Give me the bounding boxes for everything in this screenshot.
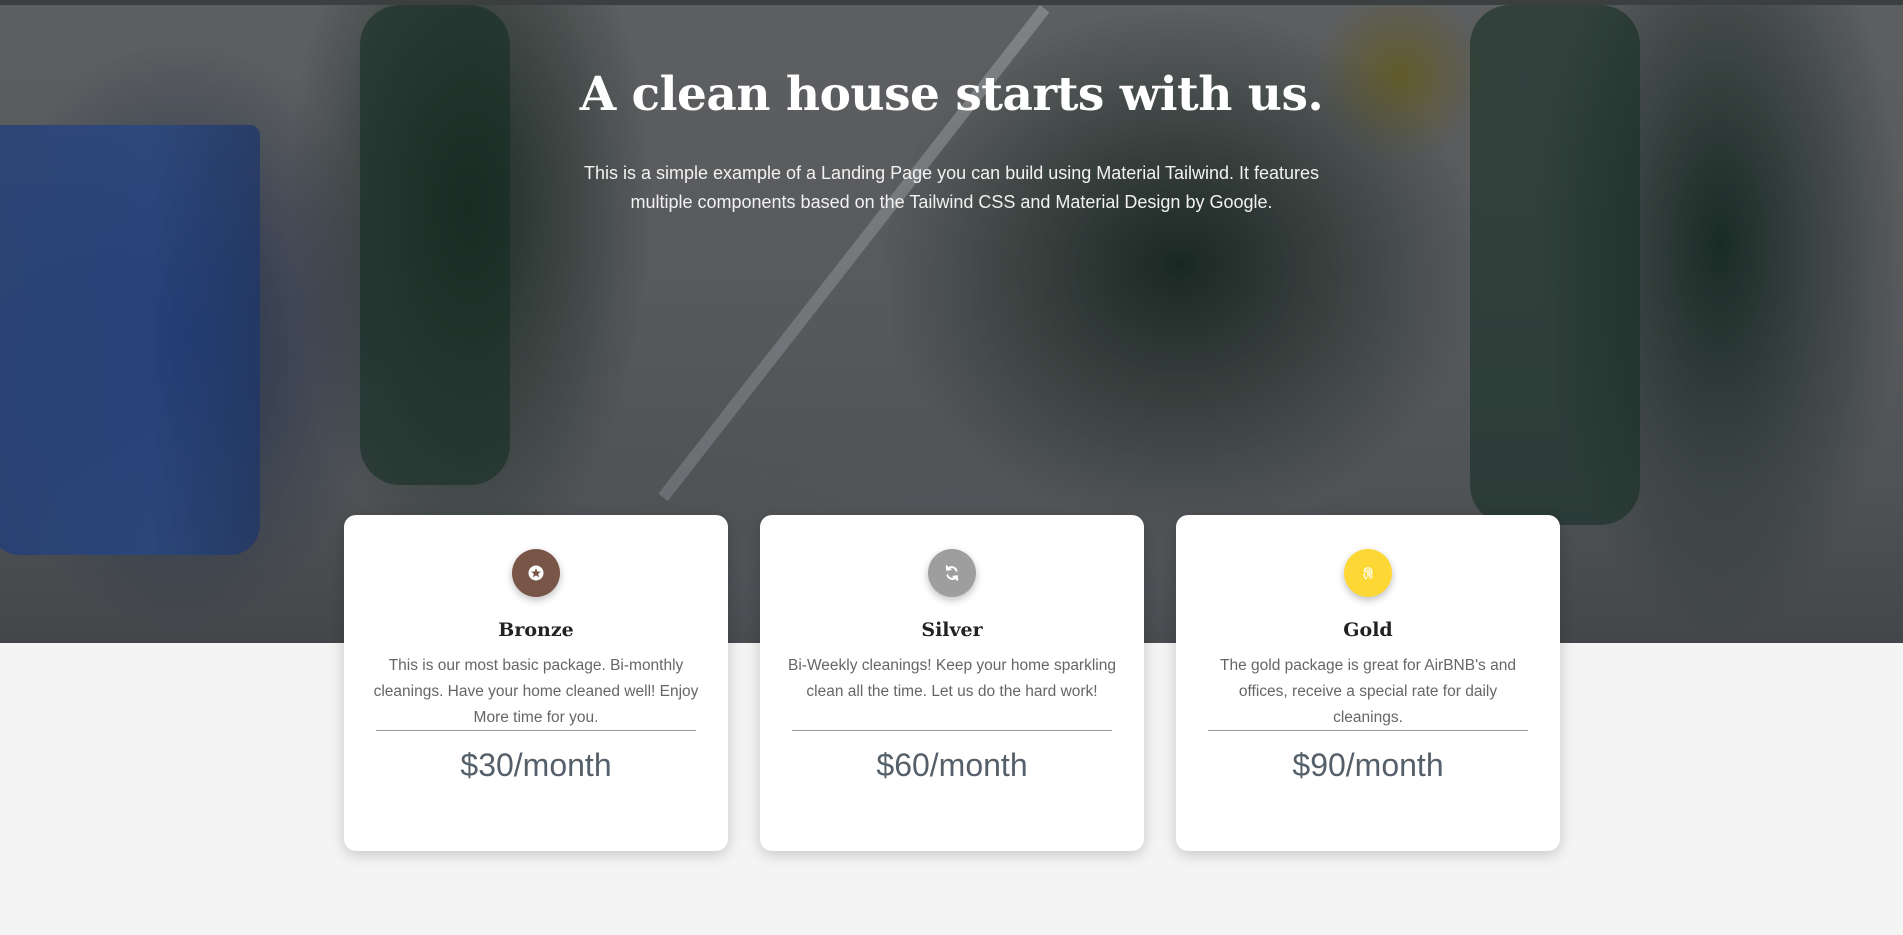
package-description: Bi-Weekly cleanings! Keep your home spar… [788, 657, 1116, 700]
package-description: This is our most basic package. Bi-month… [373, 657, 699, 726]
package-price: $30/month [460, 747, 612, 783]
package-card-gold: Gold The gold package is great for AirBN… [1176, 515, 1560, 851]
hero-title: A clean house starts with us. [579, 67, 1324, 122]
package-price: $60/month [876, 747, 1028, 783]
fingerprint-icon [1344, 549, 1392, 597]
package-card-silver: Silver Bi-Weekly cleanings! Keep your ho… [760, 515, 1144, 851]
divider [376, 730, 696, 731]
star-badge-icon [512, 549, 560, 597]
divider [792, 730, 1112, 731]
package-description: The gold package is great for AirBNB's a… [1220, 657, 1516, 726]
package-card-bronze: Bronze This is our most basic package. B… [344, 515, 728, 851]
package-title: Gold [1343, 619, 1393, 641]
package-title: Silver [921, 619, 983, 641]
refresh-icon [928, 549, 976, 597]
hero-subtitle: This is a simple example of a Landing Pa… [583, 163, 1320, 212]
package-price: $90/month [1292, 747, 1444, 783]
package-title: Bronze [498, 619, 574, 641]
divider [1208, 730, 1528, 731]
